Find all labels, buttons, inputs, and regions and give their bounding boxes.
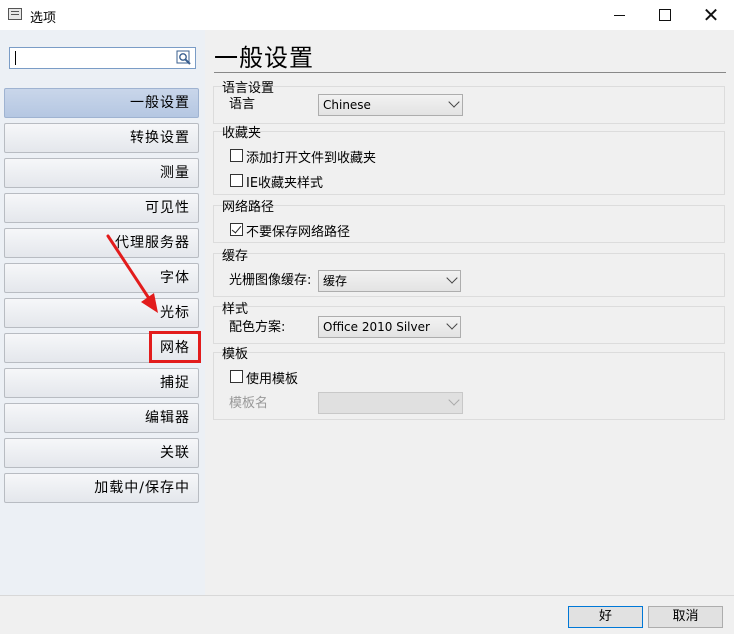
style-group-header: 样式 bbox=[222, 302, 249, 317]
settings-panel: 一般设置 语言设置 语言 Chinese 收藏夹 添加打开文件到收藏夹 IE收藏… bbox=[205, 30, 734, 595]
window-title: 选项 bbox=[30, 11, 57, 26]
ok-button[interactable]: 好 bbox=[568, 606, 643, 628]
highlight-box bbox=[149, 331, 201, 363]
close-button[interactable]: ✕ bbox=[688, 0, 734, 30]
minimize-icon bbox=[613, 14, 625, 16]
app-icon bbox=[8, 8, 22, 20]
minimize-button[interactable] bbox=[596, 0, 642, 30]
raster-cache-label: 光栅图像缓存: bbox=[229, 273, 312, 288]
language-select[interactable]: Chinese bbox=[318, 94, 463, 116]
use-template-label: 使用模板 bbox=[246, 372, 299, 387]
title-bar: 选项 ✕ bbox=[0, 0, 734, 30]
color-scheme-label: 配色方案: bbox=[229, 320, 286, 335]
language-group bbox=[213, 86, 725, 124]
raster-cache-select[interactable]: 缓存 bbox=[318, 270, 461, 292]
sidebar-item-general[interactable]: 一般设置 bbox=[4, 88, 199, 118]
style-group bbox=[213, 306, 725, 344]
no-save-network-label: 不要保存网络路径 bbox=[246, 225, 351, 240]
sidebar-item-association[interactable]: 关联 bbox=[4, 438, 199, 468]
template-name-label: 模板名 bbox=[229, 396, 269, 411]
search-icon[interactable] bbox=[176, 50, 192, 66]
template-group-header: 模板 bbox=[222, 347, 249, 362]
title-divider bbox=[214, 72, 726, 73]
maximize-button[interactable] bbox=[642, 0, 688, 30]
sidebar-item-measure[interactable]: 测量 bbox=[4, 158, 199, 188]
favorites-group-header: 收藏夹 bbox=[222, 126, 262, 141]
check-icon bbox=[231, 223, 242, 234]
sidebar-item-cursor[interactable]: 光标 bbox=[4, 298, 199, 328]
dialog-footer: 好 取消 bbox=[0, 595, 734, 634]
cancel-button[interactable]: 取消 bbox=[648, 606, 723, 628]
add-favorites-checkbox[interactable] bbox=[230, 149, 243, 162]
maximize-icon bbox=[659, 9, 671, 21]
template-name-select[interactable] bbox=[318, 392, 463, 414]
chevron-down-icon bbox=[448, 96, 460, 108]
ie-favorites-label: IE收藏夹样式 bbox=[246, 176, 324, 191]
text-caret bbox=[15, 51, 16, 65]
use-template-checkbox[interactable] bbox=[230, 370, 243, 383]
chevron-down-icon bbox=[448, 394, 460, 406]
page-title: 一般设置 bbox=[214, 44, 314, 72]
no-save-network-checkbox[interactable] bbox=[230, 223, 243, 236]
search-input[interactable] bbox=[9, 47, 196, 69]
sidebar-item-conversion[interactable]: 转换设置 bbox=[4, 123, 199, 153]
sidebar-item-load-save[interactable]: 加载中/保存中 bbox=[4, 473, 199, 503]
sidebar-item-snap[interactable]: 捕捉 bbox=[4, 368, 199, 398]
sidebar-item-font[interactable]: 字体 bbox=[4, 263, 199, 293]
ie-favorites-checkbox[interactable] bbox=[230, 174, 243, 187]
add-favorites-label: 添加打开文件到收藏夹 bbox=[246, 151, 377, 166]
raster-cache-value: 缓存 bbox=[323, 274, 348, 288]
close-icon: ✕ bbox=[702, 3, 720, 27]
sidebar-item-editor[interactable]: 编辑器 bbox=[4, 403, 199, 433]
chevron-down-icon bbox=[446, 272, 458, 284]
chevron-down-icon bbox=[446, 318, 458, 330]
network-group-header: 网络路径 bbox=[222, 200, 275, 215]
cache-group-header: 缓存 bbox=[222, 249, 249, 264]
color-scheme-select[interactable]: Office 2010 Silver bbox=[318, 316, 461, 338]
sidebar: 一般设置 转换设置 测量 可见性 代理服务器 字体 光标 网格 捕捉 编辑器 关… bbox=[0, 30, 205, 595]
language-select-value: Chinese bbox=[323, 98, 371, 112]
sidebar-item-proxy[interactable]: 代理服务器 bbox=[4, 228, 199, 258]
language-label: 语言 bbox=[229, 97, 256, 112]
sidebar-item-visibility[interactable]: 可见性 bbox=[4, 193, 199, 223]
color-scheme-value: Office 2010 Silver bbox=[323, 320, 430, 334]
